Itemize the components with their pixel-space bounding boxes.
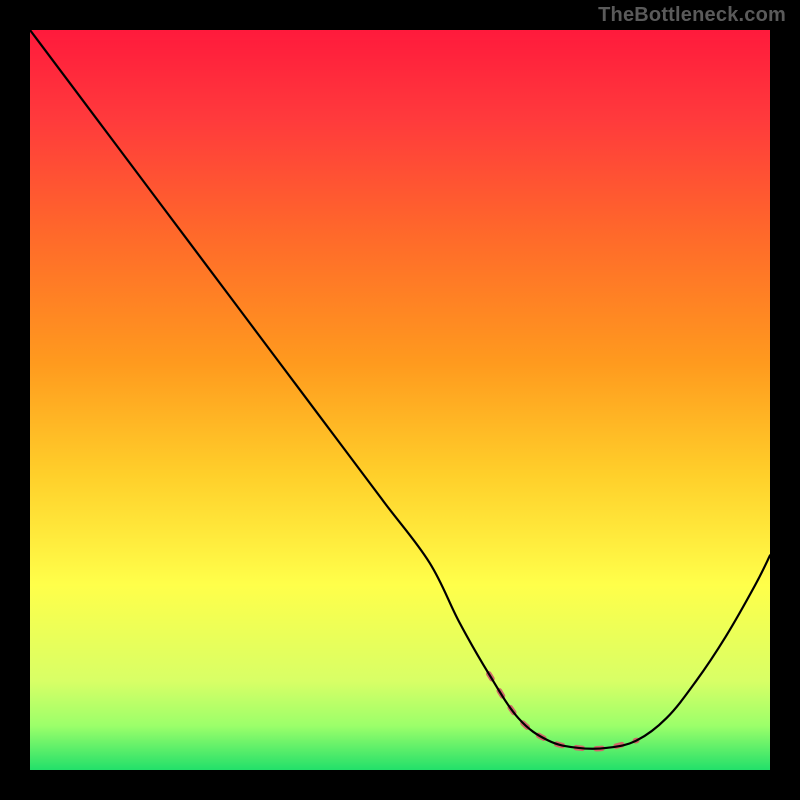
- chart-background: [30, 30, 770, 770]
- watermark-text: TheBottleneck.com: [598, 4, 786, 27]
- bottleneck-chart: [30, 30, 770, 770]
- chart-plot-area: [30, 30, 770, 770]
